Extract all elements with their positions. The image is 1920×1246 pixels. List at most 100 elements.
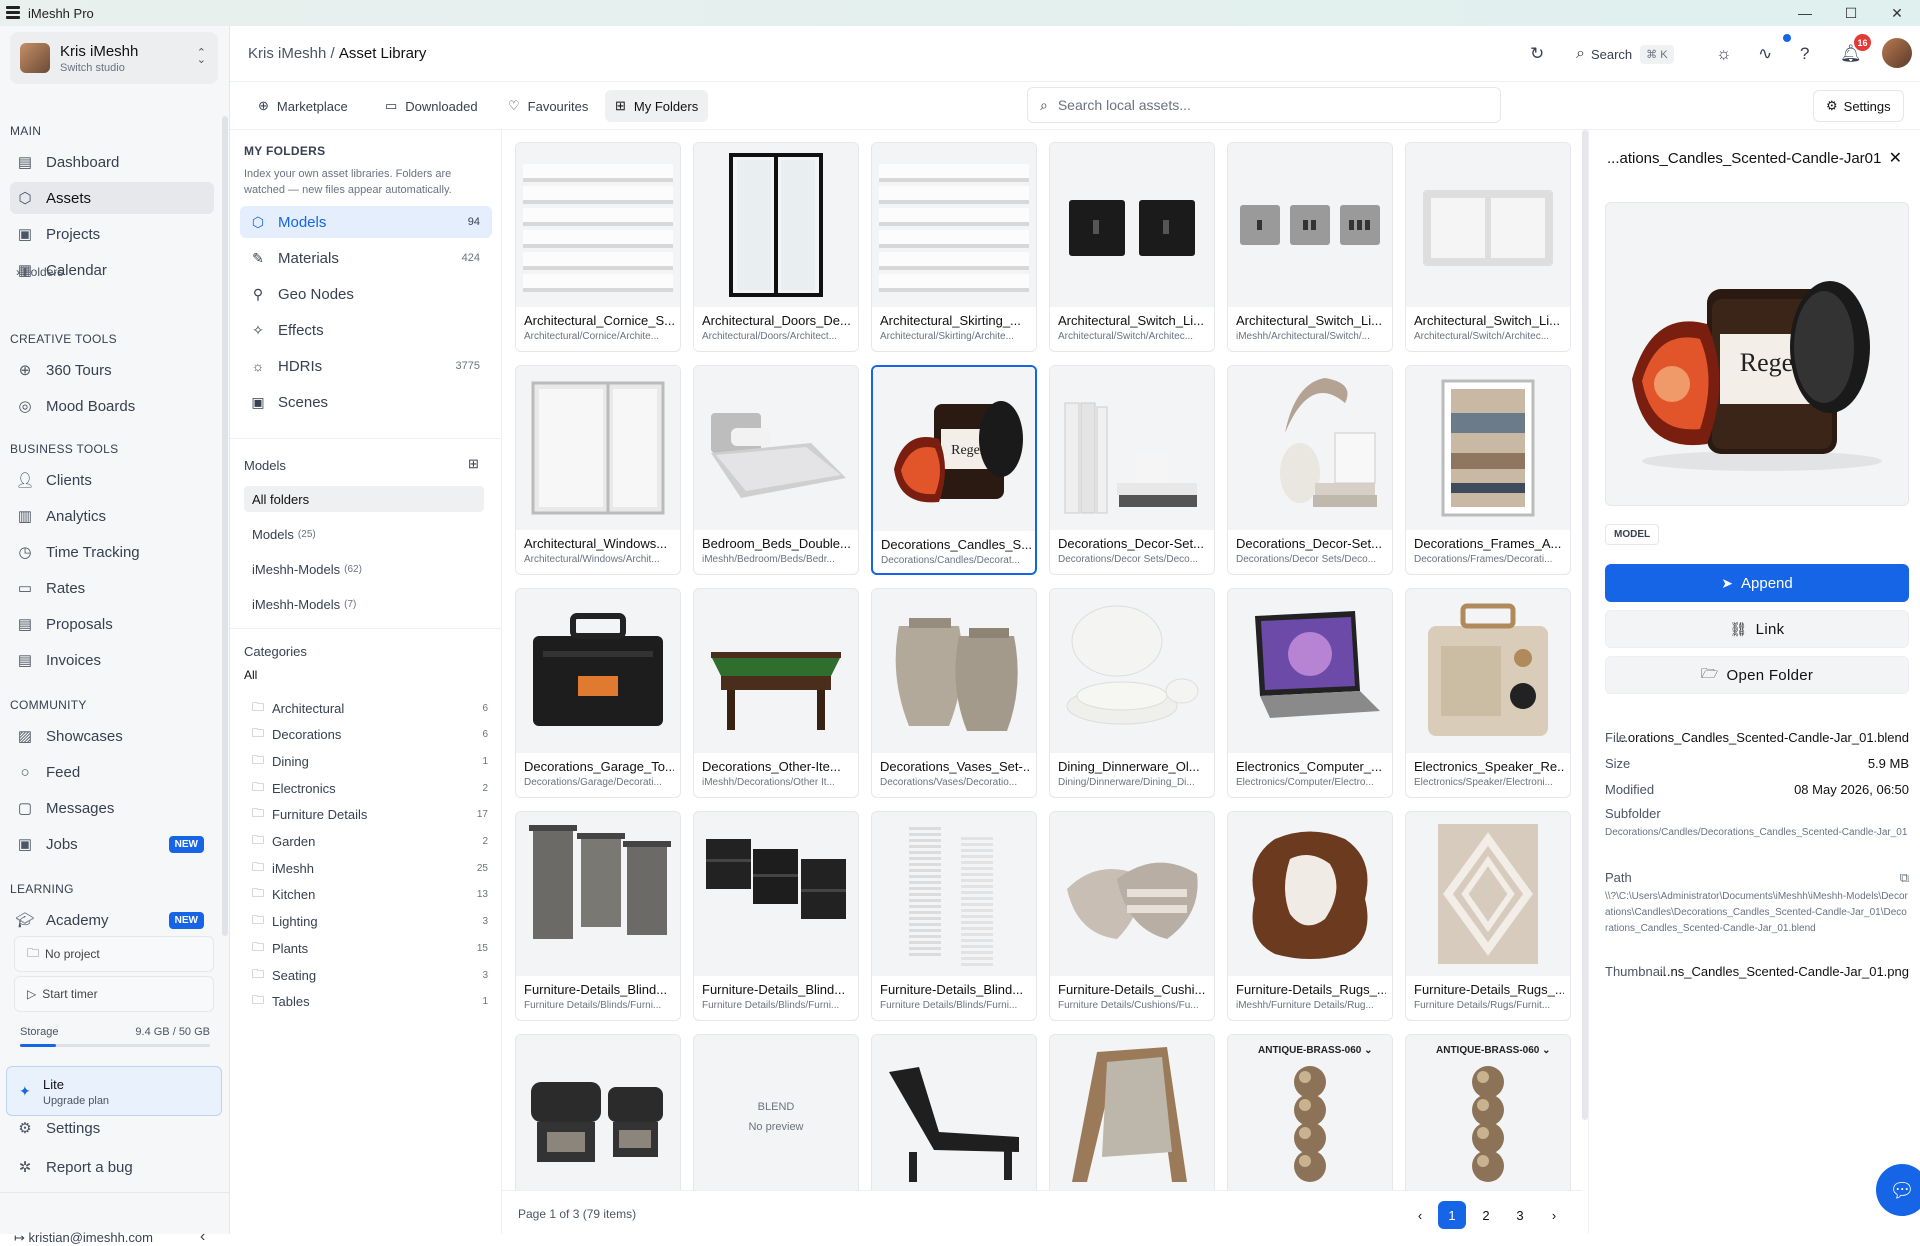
user-email[interactable]: ↦ kristian@imeshh.com	[14, 1230, 153, 1246]
asset-card[interactable]: Architectural_Windows... Architectural/Wi…	[515, 365, 681, 575]
asset-card[interactable]: Architectural_Doors_De... Architectural/D…	[693, 142, 859, 352]
sidebar-item-time-tracking[interactable]: ◷ Time Tracking	[10, 536, 214, 568]
category-kitchen[interactable]: 🗀 Kitchen 13	[252, 884, 488, 906]
category-seating[interactable]: 🗀 Seating 3	[252, 964, 488, 986]
asset-card[interactable]: Decorations_Garage_To... Decorations/Gara…	[515, 588, 681, 798]
activity-icon[interactable]: ∿	[1758, 42, 1772, 66]
asset-card[interactable]: Architectural_Cornice_S... Architectural/…	[515, 142, 681, 352]
library-models[interactable]: ⬡ Models 94	[240, 206, 492, 238]
library-scenes[interactable]: ▣ Scenes	[240, 386, 492, 418]
close-icon[interactable]: ✕	[1889, 148, 1902, 168]
append-button[interactable]: ➤ Append	[1605, 564, 1909, 602]
asset-card[interactable]: ANTIQUE-BRASS-060 ⌄	[1227, 1034, 1393, 1190]
sidebar-item-rates[interactable]: ▭ Rates	[10, 572, 214, 604]
link-button[interactable]: ⛓ Link	[1605, 610, 1909, 648]
open-folder-button[interactable]: 🗁 Open Folder	[1605, 656, 1909, 694]
library-effects[interactable]: ✧ Effects	[240, 314, 492, 346]
category-dining[interactable]: 🗀 Dining 1	[252, 750, 488, 772]
sidebar-item-proposals[interactable]: ▤ Proposals	[10, 608, 214, 640]
category-furniture-details[interactable]: 🗀 Furniture Details 17	[252, 804, 488, 826]
sidebar-item-assets[interactable]: ⬡ Assets	[10, 182, 214, 214]
asset-card[interactable]: Furniture-Details_Rugs_... iMeshh/Furnitu…	[1227, 811, 1393, 1021]
start-timer-button[interactable]: ▷ Start timer	[14, 976, 214, 1012]
page-1-button[interactable]: 1	[1438, 1201, 1466, 1229]
sidebar-item-clients[interactable]: 👤︎ Clients	[10, 464, 214, 496]
asset-card[interactable]: Decorations_Other-Ite... iMeshh/Decoratio…	[693, 588, 859, 798]
page-2-button[interactable]: 2	[1472, 1201, 1500, 1229]
sidebar-item-jobs[interactable]: ▣ Jobs NEW	[10, 828, 214, 860]
asset-card[interactable]	[871, 1034, 1037, 1190]
sidebar-item-academy[interactable]: 🎓︎ Academy NEW	[10, 904, 214, 936]
asset-card[interactable]: Decorations_Decor-Set... Decorations/Deco…	[1227, 365, 1393, 575]
asset-card[interactable]: Furniture-Details_Blind... Furniture Deta…	[515, 811, 681, 1021]
sidebar-item-analytics[interactable]: ▥ Analytics	[10, 500, 214, 532]
user-avatar[interactable]	[1882, 38, 1912, 68]
close-window-button[interactable]: ✕	[1874, 0, 1920, 26]
sidebar-item-showcases[interactable]: ▨ Showcases	[10, 720, 214, 752]
asset-card[interactable]: Architectural_Switch_Li... Architectural/…	[1049, 142, 1215, 352]
asset-card[interactable]: Regen Decorations_Candles_S... Decorations…	[871, 365, 1037, 575]
add-folder-icon[interactable]: ⊞	[468, 456, 479, 472]
sidebar-scrollbar[interactable]	[222, 116, 228, 936]
folder-filter-item[interactable]: iMeshh-Models (62)	[244, 556, 484, 582]
material-selector[interactable]: ANTIQUE-BRASS-060 ⌄	[1436, 1045, 1551, 1056]
breadcrumb-root[interactable]: Kris iMeshh	[248, 45, 326, 62]
asset-card[interactable]: Furniture-Details_Rugs_... Furniture Deta…	[1405, 811, 1571, 1021]
asset-card[interactable]: Architectural_Switch_Li... Architectural/…	[1405, 142, 1571, 352]
asset-card[interactable]: Architectural_Switch_Li... iMeshh/Archite…	[1227, 142, 1393, 352]
category-lighting[interactable]: 🗀 Lighting 3	[252, 911, 488, 933]
sidebar-item-feed[interactable]: ○ Feed	[10, 756, 214, 788]
sidebar-item-projects[interactable]: ▣ Projects	[10, 218, 214, 250]
asset-card[interactable]: Electronics_Speaker_Re... Electronics/Spe…	[1405, 588, 1571, 798]
sidebar-item-report-bug[interactable]: ✲ Report a bug	[10, 1151, 214, 1183]
asset-card[interactable]: Dining_Dinnerware_Ol... Dining/Dinnerware…	[1049, 588, 1215, 798]
prev-page-button[interactable]: ‹	[1406, 1201, 1434, 1229]
asset-card[interactable]	[515, 1034, 681, 1190]
library-geo-nodes[interactable]: ⚲ Geo Nodes	[240, 278, 492, 310]
tab-marketplace[interactable]: ⊕ Marketplace	[248, 90, 358, 122]
maximize-button[interactable]: ☐	[1828, 0, 1874, 26]
category-plants[interactable]: 🗀 Plants 15	[252, 937, 488, 959]
asset-card[interactable]: BLEND No preview	[693, 1034, 859, 1190]
copy-icon[interactable]: ⧉	[1900, 870, 1909, 886]
library-materials[interactable]: ✎ Materials 424	[240, 242, 492, 274]
asset-card[interactable]: ANTIQUE-BRASS-060 ⌄	[1405, 1034, 1571, 1190]
tab-downloaded[interactable]: ▭ Downloaded	[375, 90, 488, 122]
chat-support-button[interactable]: 💬︎	[1876, 1164, 1920, 1216]
category-electronics[interactable]: 🗀 Electronics 2	[252, 777, 488, 799]
page-3-button[interactable]: 3	[1506, 1201, 1534, 1229]
asset-card[interactable]	[1049, 1034, 1215, 1190]
asset-card[interactable]: Bedroom_Beds_Double... iMeshh/Bedroom/Bed…	[693, 365, 859, 575]
category-decorations[interactable]: 🗀 Decorations 6	[252, 724, 488, 746]
asset-card[interactable]: Furniture-Details_Cushi... Furniture Deta…	[1049, 811, 1215, 1021]
minimize-button[interactable]: —	[1782, 0, 1828, 26]
theme-sun-icon[interactable]: ☼	[1716, 42, 1732, 66]
sidebar-item-settings[interactable]: ⚙ Settings	[10, 1112, 214, 1144]
category-garden[interactable]: 🗀 Garden 2	[252, 831, 488, 853]
workspace-switcher[interactable]: Kris iMeshh Switch studio ⌃ ⌄	[10, 32, 218, 84]
upgrade-plan-card[interactable]: ✦ Lite Upgrade plan	[6, 1066, 222, 1116]
sidebar-item-mood-boards[interactable]: ◎ Mood Boards	[10, 390, 214, 422]
collapse-sidebar-icon[interactable]: ‹	[200, 1228, 205, 1246]
sidebar-item-invoices[interactable]: ▤ Invoices	[10, 644, 214, 676]
asset-card[interactable]: Architectural_Skirting_... Architectural/…	[871, 142, 1037, 352]
category-architectural[interactable]: 🗀 Architectural 6	[252, 697, 488, 719]
library-hdris[interactable]: ☼ HDRIs 3775	[240, 350, 492, 382]
sidebar-item-messages[interactable]: ▢ Messages	[10, 792, 214, 824]
category-tables[interactable]: 🗀 Tables 1	[252, 991, 488, 1013]
category-all[interactable]: All	[244, 668, 257, 682]
sidebar-item-dashboard[interactable]: ▤ Dashboard	[10, 146, 214, 178]
asset-card[interactable]: Electronics_Computer_... Electronics/Comp…	[1227, 588, 1393, 798]
local-search-field[interactable]: ⌕ Search local assets...	[1027, 87, 1501, 123]
category-imeshh[interactable]: 🗀 iMeshh 25	[252, 857, 488, 879]
asset-card[interactable]: Furniture-Details_Blind... Furniture Deta…	[693, 811, 859, 1021]
asset-card[interactable]: Furniture-Details_Blind... Furniture Deta…	[871, 811, 1037, 1021]
refresh-icon[interactable]: ↻	[1530, 42, 1544, 66]
help-icon[interactable]: ?	[1800, 42, 1809, 66]
material-selector[interactable]: ANTIQUE-BRASS-060 ⌄	[1258, 1045, 1373, 1056]
folder-filter-item[interactable]: Models (25)	[244, 521, 484, 547]
next-page-button[interactable]: ›	[1540, 1201, 1568, 1229]
tab-my-folders[interactable]: ⊞ My Folders	[605, 90, 709, 122]
sidebar-sub-folders[interactable]: › Folders	[16, 265, 63, 279]
project-selector[interactable]: 🗀 No project	[14, 936, 214, 972]
